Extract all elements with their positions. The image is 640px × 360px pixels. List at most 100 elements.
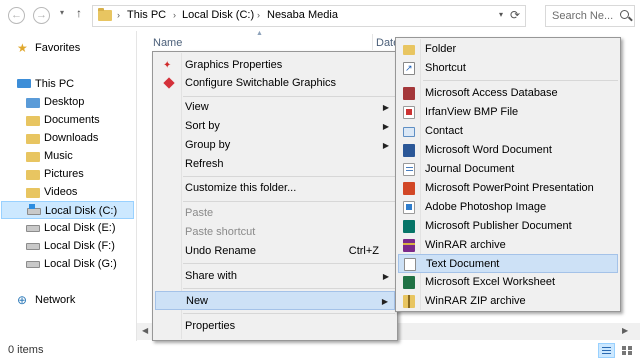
menu-item-label: View (185, 101, 209, 113)
column-header-name[interactable]: Name (153, 37, 182, 49)
new-item-text-document[interactable]: Text Document (398, 254, 618, 273)
menu-item-group-by[interactable]: Group by ▶ (155, 136, 395, 155)
new-item-publisher-document[interactable]: Microsoft Publisher Document (398, 217, 618, 236)
computer-icon (17, 79, 31, 88)
menu-separator (183, 176, 395, 177)
breadcrumb-separator-icon[interactable]: › (173, 10, 176, 20)
new-item-powerpoint[interactable]: Microsoft PowerPoint Presentation (398, 179, 618, 198)
nav-item-network[interactable]: ⊕ Network (17, 291, 127, 309)
scroll-right-arrow-icon[interactable]: ▶ (622, 326, 628, 335)
folder-icon (26, 98, 40, 108)
forward-button[interactable]: → (33, 7, 50, 24)
menu-item-label: Refresh (185, 158, 224, 170)
powerpoint-icon (403, 182, 415, 195)
nav-item-favorites[interactable]: ★ Favorites (17, 39, 127, 57)
new-item-winrar-zip[interactable]: WinRAR ZIP archive (398, 292, 618, 311)
status-bar: 0 items (0, 341, 640, 360)
nav-item-videos[interactable]: Videos (26, 183, 126, 201)
access-database-icon (403, 87, 415, 100)
folder-icon (26, 116, 40, 126)
photoshop-image-icon (403, 201, 415, 214)
menu-item-label: Customize this folder... (185, 182, 297, 194)
menu-item-label: Microsoft PowerPoint Presentation (425, 182, 594, 194)
new-item-journal-document[interactable]: Journal Document (398, 160, 618, 179)
nav-item-local-disk-g[interactable]: Local Disk (G:) (26, 255, 126, 273)
breadcrumb-separator-icon[interactable]: › (117, 10, 120, 20)
journal-document-icon (403, 163, 415, 176)
menu-item-customize-folder[interactable]: Customize this folder... (155, 179, 395, 198)
folder-icon (403, 45, 415, 55)
menu-item-configure-switchable-graphics[interactable]: Configure Switchable Graphics (155, 74, 395, 93)
breadcrumb-this-pc[interactable]: This PC (127, 9, 166, 21)
nav-item-pictures[interactable]: Pictures (26, 165, 126, 183)
back-button[interactable]: ← (8, 7, 25, 24)
excel-worksheet-icon (403, 276, 415, 289)
nav-item-local-disk-e[interactable]: Local Disk (E:) (26, 219, 126, 237)
folder-icon (98, 8, 112, 21)
scroll-left-arrow-icon[interactable]: ◀ (142, 326, 148, 335)
search-input[interactable]: Search Ne... (545, 5, 635, 27)
menu-item-label: Graphics Properties (185, 59, 283, 71)
new-item-folder[interactable]: Folder (398, 40, 618, 59)
new-item-word-document[interactable]: Microsoft Word Document (398, 141, 618, 160)
nav-item-label: Favorites (35, 42, 81, 54)
menu-item-label: WinRAR archive (425, 239, 506, 251)
refresh-icon[interactable]: ⟳ (510, 8, 520, 22)
menu-item-paste: Paste (155, 204, 395, 223)
address-bar[interactable]: › This PC › Local Disk (C:) › Nesaba Med… (92, 5, 526, 27)
menu-item-refresh[interactable]: Refresh (155, 155, 395, 174)
menu-item-view[interactable]: View ▶ (155, 98, 395, 117)
nav-item-this-pc[interactable]: This PC (17, 75, 127, 93)
menu-item-sort-by[interactable]: Sort by ▶ (155, 117, 395, 136)
word-document-icon (403, 144, 415, 157)
menu-item-label: Share with (185, 270, 237, 282)
recent-locations-chevron-icon[interactable]: ▾ (60, 8, 64, 17)
address-dropdown-chevron-icon[interactable]: ▾ (499, 10, 503, 19)
new-item-photoshop-image[interactable]: Adobe Photoshop Image (398, 198, 618, 217)
menu-item-new[interactable]: New ▶ (155, 291, 395, 310)
submenu-arrow-icon: ▶ (382, 141, 389, 150)
menu-item-label: Sort by (185, 120, 220, 132)
menu-item-graphics-properties[interactable]: ✦ Graphics Properties (155, 56, 395, 75)
shortcut-icon (403, 59, 415, 78)
new-item-contact[interactable]: Contact (398, 122, 618, 141)
search-icon[interactable] (620, 10, 629, 19)
menu-item-label: New (186, 295, 209, 307)
submenu-arrow-icon: ▶ (382, 272, 389, 281)
menu-item-label: Text Document (426, 258, 500, 270)
new-item-shortcut[interactable]: Shortcut (398, 59, 618, 78)
menu-item-share-with[interactable]: Share with ▶ (155, 267, 395, 286)
star-icon: ★ (17, 41, 28, 55)
large-icons-view-icon[interactable] (619, 343, 636, 358)
menu-separator (183, 313, 395, 314)
graphics-switch-icon (163, 77, 175, 89)
pane-divider[interactable] (136, 31, 137, 341)
breadcrumb-separator-icon[interactable]: › (257, 10, 260, 20)
menu-item-label: Shortcut (425, 62, 466, 74)
breadcrumb-local-disk-c[interactable]: Local Disk (C:) (182, 9, 254, 21)
up-button[interactable]: ↑ (76, 6, 82, 20)
context-menu: ✦ Graphics Properties Configure Switchab… (152, 51, 398, 341)
column-divider[interactable] (372, 34, 373, 50)
menu-item-label: Journal Document (425, 163, 515, 175)
new-item-bmp-file[interactable]: IrfanView BMP File (398, 103, 618, 122)
item-count: 0 items (8, 344, 44, 356)
details-view-icon[interactable] (598, 343, 615, 358)
nav-item-local-disk-c[interactable]: Local Disk (C:) (1, 201, 134, 219)
nav-item-documents[interactable]: Documents (26, 111, 126, 129)
nav-item-music[interactable]: Music (26, 147, 126, 165)
nav-item-local-disk-f[interactable]: Local Disk (F:) (26, 237, 126, 255)
menu-item-label: Properties (185, 320, 236, 332)
nav-item-desktop[interactable]: Desktop (26, 93, 126, 111)
menu-item-paste-shortcut: Paste shortcut (155, 223, 395, 242)
publisher-document-icon (403, 220, 415, 233)
new-item-winrar-archive[interactable]: WinRAR archive (398, 236, 618, 255)
nav-item-downloads[interactable]: Downloads (26, 129, 126, 147)
menu-item-undo-rename[interactable]: Undo Rename Ctrl+Z (155, 242, 395, 261)
breadcrumb-nesaba-media[interactable]: Nesaba Media (267, 9, 338, 21)
new-item-access-database[interactable]: Microsoft Access Database (398, 84, 618, 103)
menu-item-properties[interactable]: Properties (155, 317, 395, 336)
new-item-excel-worksheet[interactable]: Microsoft Excel Worksheet (398, 273, 618, 292)
contact-card-icon (403, 127, 415, 137)
nav-item-label: Music (44, 150, 73, 162)
